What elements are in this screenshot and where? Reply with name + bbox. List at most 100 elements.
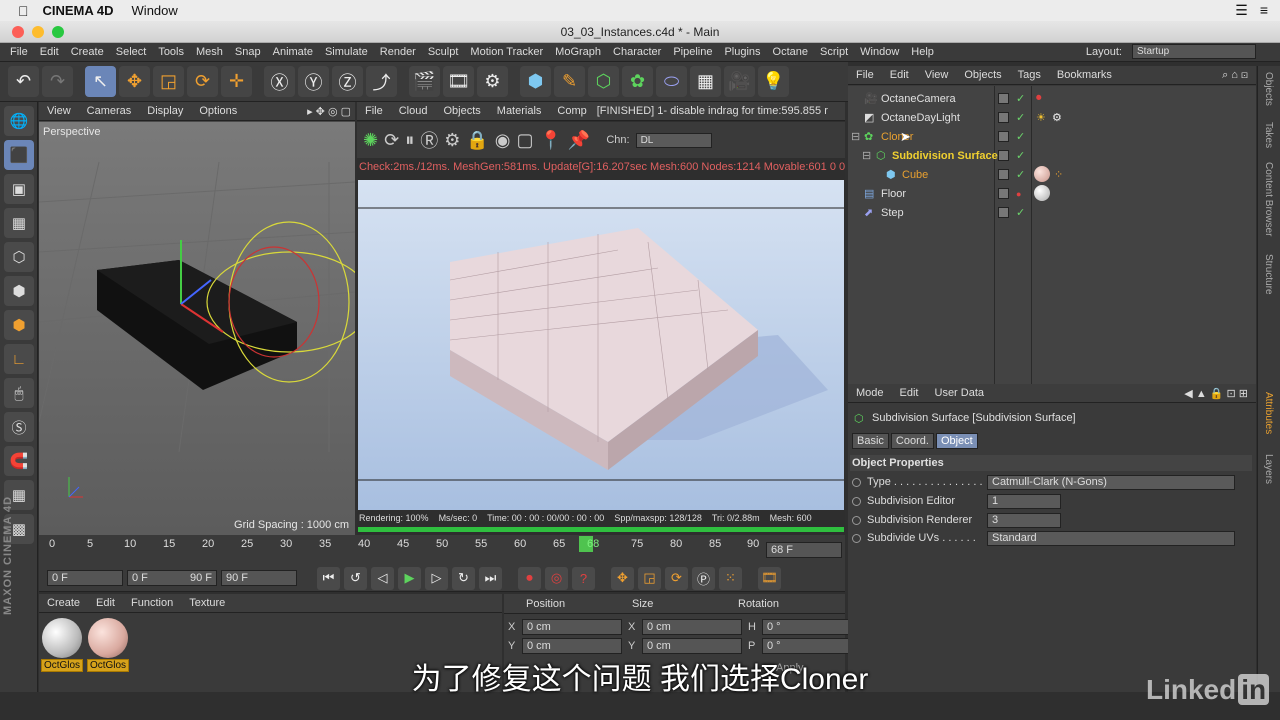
region-render-icon[interactable]: Ⓡ	[420, 127, 438, 153]
menu-octane[interactable]: Octane	[767, 46, 814, 58]
side-tab-takes[interactable]: Takes	[1263, 122, 1274, 148]
material-tag-icon[interactable]	[1034, 166, 1050, 182]
attr-menu-mode[interactable]: Mode	[848, 387, 892, 399]
octane-menu-file[interactable]: File	[357, 105, 391, 117]
play-icon[interactable]: ▶	[398, 566, 421, 590]
tag-icon[interactable]: ⁘	[1054, 168, 1063, 181]
mac-app-name[interactable]: CINEMA 4D	[43, 3, 114, 18]
autokey-icon[interactable]: ◎	[545, 566, 568, 590]
undo-icon[interactable]: ↶	[8, 66, 39, 97]
menu-plugins[interactable]: Plugins	[718, 46, 766, 58]
timeline-window-icon[interactable]: 🎞	[758, 566, 781, 590]
position-y-field[interactable]: 0 cm	[522, 638, 622, 654]
key-pla-icon[interactable]: ⁙	[719, 566, 742, 590]
object-row-subdivision-surface[interactable]: ⊟ ⬡ Subdivision Surface ✓	[848, 146, 1256, 165]
scale-tool-icon[interactable]: ◲	[153, 66, 184, 97]
object-row-cloner[interactable]: ⊟ ✿ Cloner ➤ ✓	[848, 127, 1256, 146]
material-sphere-icon[interactable]: ◉	[495, 130, 511, 151]
menu-pipeline[interactable]: Pipeline	[667, 46, 718, 58]
enabled-check[interactable]: ✓	[1016, 168, 1025, 181]
side-tab-attributes[interactable]: Attributes	[1263, 392, 1274, 434]
position-x-field[interactable]: 0 cm	[522, 619, 622, 635]
collapse-toggle-icon[interactable]: ⊟	[862, 149, 871, 162]
octane-menu-objects[interactable]: Objects	[435, 105, 488, 117]
restart-render-icon[interactable]: ⟳	[384, 130, 399, 151]
x-axis-icon[interactable]: Ⓧ	[264, 66, 295, 97]
mac-menu-window[interactable]: Window	[132, 3, 178, 18]
menu-script[interactable]: Script	[814, 46, 854, 58]
om-menu-file[interactable]: File	[848, 69, 882, 81]
viewport-menu-view[interactable]: View	[39, 105, 79, 117]
snap-icon[interactable]: Ⓢ	[4, 412, 34, 442]
tab-coord[interactable]: Coord.	[890, 433, 934, 449]
points-mode-icon[interactable]: ⬡	[4, 242, 34, 272]
om-search-icon[interactable]: ⌕ ⌂ ⊡	[1214, 69, 1256, 82]
object-row-step[interactable]: ⬈ Step ✓	[848, 203, 1256, 222]
object-row-cube[interactable]: ⬢ Cube ✓ ⁘	[848, 165, 1256, 184]
tab-object[interactable]: Object	[935, 433, 978, 449]
cube-primitive-icon[interactable]: ⬢	[520, 66, 551, 97]
pick-material-icon[interactable]: 📌	[568, 130, 590, 151]
menu-motion-tracker[interactable]: Motion Tracker	[464, 46, 549, 58]
move-tool-icon[interactable]: ✥	[119, 66, 150, 97]
texture-mode-icon[interactable]: ▣	[4, 174, 34, 204]
material-menu-texture[interactable]: Texture	[181, 597, 233, 609]
menu-select[interactable]: Select	[110, 46, 153, 58]
pin-icon[interactable]: 📍	[539, 130, 561, 151]
om-menu-edit[interactable]: Edit	[882, 69, 917, 81]
menu-edit[interactable]: Edit	[34, 46, 65, 58]
live-selection-icon[interactable]: ↖	[85, 66, 116, 97]
key-rotation-icon[interactable]: ⟳	[665, 566, 688, 590]
side-tab-structure[interactable]: Structure	[1263, 254, 1274, 295]
menu-tools[interactable]: Tools	[152, 46, 190, 58]
material-tag-icon[interactable]	[1034, 185, 1050, 201]
subdivision-generator-icon[interactable]: ⬡	[588, 66, 619, 97]
menu-list-icon[interactable]: ☰	[1235, 2, 1248, 19]
octane-menu-cloud[interactable]: Cloud	[391, 105, 436, 117]
transform-tool-icon[interactable]: ✛	[221, 66, 252, 97]
coordinate-system-icon[interactable]: ⤴	[366, 66, 397, 97]
make-editable-icon[interactable]: 🌐	[4, 106, 34, 136]
menu-animate[interactable]: Animate	[267, 46, 319, 58]
key-position-icon[interactable]: ✥	[611, 566, 634, 590]
channel-dropdown[interactable]: DL	[635, 132, 712, 148]
end-frame-field[interactable]: 90 F	[221, 570, 297, 586]
subdivision-renderer-field[interactable]: 3	[987, 512, 1061, 528]
animate-radio[interactable]	[852, 515, 861, 525]
go-to-start-icon[interactable]: ⏮	[317, 566, 340, 590]
material-menu-function[interactable]: Function	[123, 597, 181, 609]
menu-create[interactable]: Create	[65, 46, 110, 58]
visibility-flag[interactable]	[998, 112, 1009, 123]
visibility-flag[interactable]	[998, 207, 1009, 218]
zoom-window-button[interactable]	[52, 26, 64, 38]
record-icon[interactable]: ⏺	[518, 566, 541, 590]
viewport-menu-options[interactable]: Options	[191, 105, 245, 117]
octane-menu-comp[interactable]: Comp	[549, 105, 594, 117]
viewport-nav-icons[interactable]: ▸ ✥ ◎ ▢	[299, 105, 355, 118]
menu-simulate[interactable]: Simulate	[319, 46, 374, 58]
om-menu-view[interactable]: View	[917, 69, 957, 81]
menu-window[interactable]: Window	[854, 46, 905, 58]
redo-icon[interactable]: ↷	[42, 66, 73, 97]
viewport-menu-cameras[interactable]: Cameras	[79, 105, 140, 117]
object-row-floor[interactable]: ▤ Floor ●	[848, 184, 1256, 203]
pen-spline-icon[interactable]: ✎	[554, 66, 585, 97]
menu-file[interactable]: File	[4, 46, 34, 58]
prev-frame-icon[interactable]: ◁	[371, 566, 394, 590]
workplane-icon[interactable]: ▦	[4, 208, 34, 238]
visibility-flag[interactable]	[998, 93, 1009, 104]
enabled-check[interactable]: ✓	[1016, 206, 1025, 219]
octane-tag-icon[interactable]: ⚙	[1052, 111, 1062, 124]
enabled-check[interactable]: ✓	[1016, 149, 1025, 162]
current-frame-field[interactable]: 68 F	[766, 542, 842, 558]
timeline-ruler[interactable]: 0 5 10 15 20 25 30 35 40 45 50 55 60 65 …	[39, 535, 845, 565]
axis-mode-icon[interactable]: ∟	[4, 344, 34, 374]
z-axis-icon[interactable]: Ⓩ	[332, 66, 363, 97]
magnet-icon[interactable]: 🧲	[4, 446, 34, 476]
render-settings-icon[interactable]: ⚙	[477, 66, 508, 97]
layout-dropdown[interactable]: Startup	[1132, 44, 1256, 59]
pause-render-icon[interactable]: ⏸	[405, 130, 414, 151]
object-row-octanedaylight[interactable]: ◩ OctaneDayLight ✓ ☀ ⚙	[848, 108, 1256, 127]
size-y-field[interactable]: 0 cm	[642, 638, 742, 654]
camera-icon[interactable]: 🎥	[724, 66, 755, 97]
